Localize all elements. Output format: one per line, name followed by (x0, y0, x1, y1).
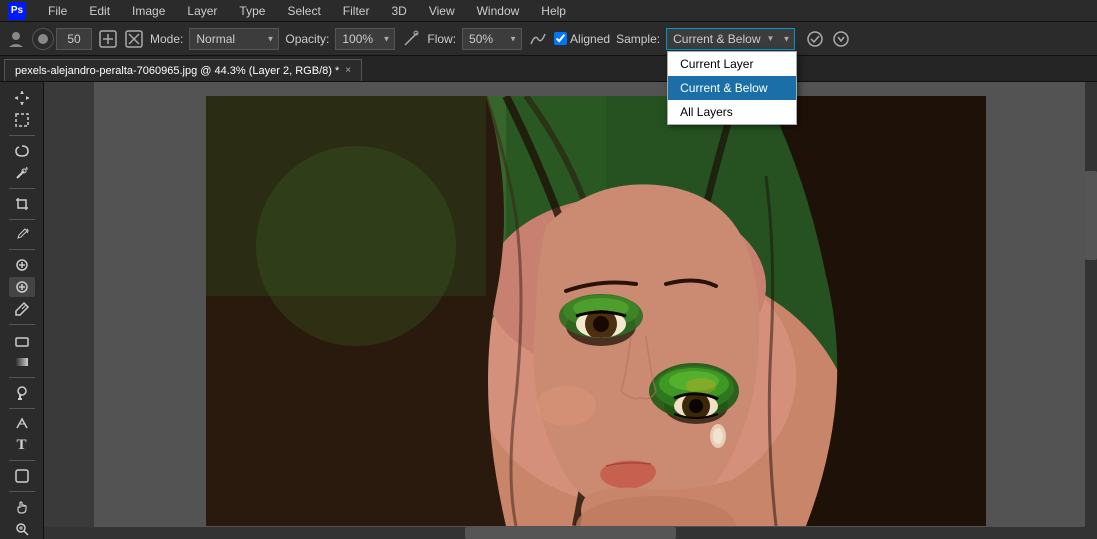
canvas-background[interactable] (94, 82, 1097, 539)
tool-heal[interactable] (9, 255, 35, 275)
toolbar-divider-6 (9, 377, 35, 378)
menu-select[interactable]: Select (283, 2, 324, 20)
menu-3d[interactable]: 3D (387, 2, 410, 20)
brush-size-input-wrapper[interactable]: 50 (32, 28, 92, 50)
menu-help[interactable]: Help (537, 2, 570, 20)
horizontal-scrollbar[interactable] (44, 527, 1097, 539)
tool-crop[interactable] (9, 194, 35, 214)
tool-wand[interactable] (9, 163, 35, 183)
menu-layer[interactable]: Layer (183, 2, 221, 20)
menu-filter[interactable]: Filter (339, 2, 374, 20)
mode-dropdown[interactable]: Normal (189, 28, 279, 50)
tool-toggle-2[interactable] (124, 29, 144, 49)
tool-brush[interactable] (9, 299, 35, 319)
tool-pen[interactable] (9, 413, 35, 433)
tab-close-button[interactable]: × (345, 65, 351, 76)
menu-image[interactable]: Image (128, 2, 169, 20)
photo-canvas (206, 96, 986, 526)
aligned-checkbox[interactable] (554, 32, 567, 45)
tool-hand[interactable] (9, 497, 35, 517)
tool-move[interactable] (9, 88, 35, 108)
tool-clone[interactable] (9, 277, 35, 297)
flow-dropdown[interactable]: 50% (462, 28, 522, 50)
sample-label: Sample: (616, 32, 660, 46)
menu-edit[interactable]: Edit (85, 2, 114, 20)
airbrush-icon[interactable] (401, 29, 421, 49)
aligned-checkbox-label[interactable]: Aligned (554, 32, 610, 46)
tool-text[interactable]: T (9, 435, 35, 455)
mode-label: Mode: (150, 32, 183, 46)
document-tab[interactable]: pexels-alejandro-peralta-7060965.jpg @ 4… (4, 59, 362, 81)
toolbar-divider-5 (9, 324, 35, 325)
toolbar-divider-1 (9, 135, 35, 136)
toolbar-divider-7 (9, 408, 35, 409)
toolbar-divider-3 (9, 219, 35, 220)
tool-select-rect[interactable] (9, 110, 35, 130)
menu-view[interactable]: View (425, 2, 459, 20)
menu-window[interactable]: Window (473, 2, 524, 20)
brush-preview[interactable] (32, 28, 54, 50)
smoothing-icon[interactable] (528, 29, 548, 49)
tool-shape[interactable] (9, 466, 35, 486)
tool-eyedropper[interactable] (9, 224, 35, 244)
tool-preset-icon[interactable] (6, 29, 26, 49)
tool-eraser[interactable] (9, 330, 35, 350)
tool-dodge[interactable] (9, 383, 35, 403)
chevron-down-icon: ▼ (766, 34, 774, 43)
tool-toggle-1[interactable] (98, 29, 118, 49)
opacity-dropdown[interactable]: 100% (335, 28, 395, 50)
main-area: T (0, 82, 1097, 539)
menu-file[interactable]: File (44, 2, 71, 20)
toolbar-divider-4 (9, 249, 35, 250)
toolbar-divider-2 (9, 188, 35, 189)
brush-size-input[interactable]: 50 (56, 28, 92, 50)
sample-option-current-below[interactable]: Current & Below (668, 76, 796, 100)
menu-type[interactable]: Type (235, 2, 269, 20)
tool-zoom[interactable] (9, 519, 35, 539)
ignore-adjustments-icon[interactable] (805, 29, 825, 49)
menubar: Ps File Edit Image Layer Type Select Fil… (0, 0, 1097, 22)
canvas-left-gutter (44, 82, 94, 539)
opacity-label: Opacity: (285, 32, 329, 46)
tab-bar: pexels-alejandro-peralta-7060965.jpg @ 4… (0, 56, 1097, 82)
toolbar: T (0, 82, 44, 539)
sample-option-all-layers[interactable]: All Layers (668, 100, 796, 124)
tool-gradient[interactable] (9, 352, 35, 372)
vertical-scrollbar[interactable] (1085, 82, 1097, 527)
sample-option-current-layer[interactable]: Current Layer (668, 52, 796, 76)
options-bar: 50 Mode: Normal Opacity: 100% Flow: 50% … (0, 22, 1097, 56)
canvas-area (44, 82, 1097, 539)
flow-label: Flow: (427, 32, 456, 46)
sample-dropdown[interactable]: Current & Below ▼ Current Layer Current … (666, 28, 795, 50)
tool-lasso[interactable] (9, 141, 35, 161)
sample-menu: Current Layer Current & Below All Layers (667, 51, 797, 125)
tab-filename: pexels-alejandro-peralta-7060965.jpg @ 4… (15, 65, 339, 77)
layer-options-icon[interactable] (831, 29, 851, 49)
toolbar-divider-9 (9, 491, 35, 492)
ps-logo: Ps (8, 2, 26, 20)
toolbar-divider-8 (9, 460, 35, 461)
